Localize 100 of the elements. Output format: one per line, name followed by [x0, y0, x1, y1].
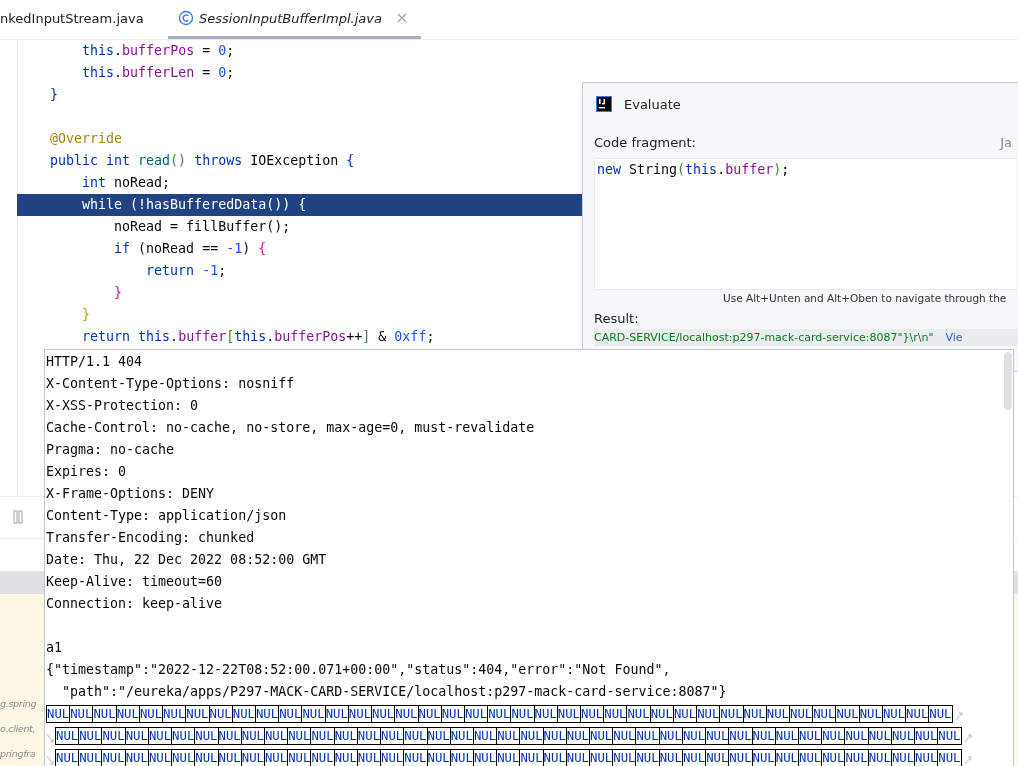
nul-character: NUL	[742, 705, 767, 723]
result-value: CARD-SERVICE/localhost:p297-mack-card-service:8087"}\r\n"	[594, 330, 934, 346]
nul-character: NUL	[681, 727, 707, 745]
nul-character: NUL	[937, 727, 962, 745]
nul-character: NUL	[556, 705, 582, 723]
class-icon	[178, 10, 194, 26]
nul-character: NUL	[171, 727, 196, 745]
nul-character: NUL	[449, 727, 474, 745]
nul-character: NUL	[858, 705, 883, 723]
stack-frame[interactable]: o.client,	[0, 716, 36, 741]
app-logo-icon	[596, 96, 612, 112]
code-fragment-field[interactable]: new String(this.buffer);	[594, 158, 1018, 290]
response-line: X-Frame-Options: DENY	[46, 485, 216, 503]
view-link[interactable]: Vie	[945, 329, 963, 346]
nul-character: NUL	[789, 705, 814, 723]
code-line: int noRead;	[81, 174, 171, 192]
nul-character: NUL	[580, 705, 605, 723]
nul-character: NUL	[394, 705, 419, 723]
nul-character: NUL	[890, 727, 916, 745]
language-label[interactable]: Ja	[1000, 134, 1012, 150]
nul-character: NUL	[905, 705, 930, 723]
nul-character: NUL	[347, 705, 373, 723]
nul-character: NUL	[487, 705, 512, 723]
nul-character: NUL	[403, 727, 428, 745]
response-line: "path":"/eureka/apps/P297-MACK-CARD-SERVICE/localhost:p297-mack-card-service:8087"}	[61, 683, 728, 701]
soft-wrap-icon	[963, 733, 973, 743]
nul-character: NUL	[626, 705, 651, 723]
nul-character: NUL	[380, 727, 405, 745]
field-label: Result:	[593, 310, 640, 327]
nul-character: NUL	[914, 727, 939, 745]
pause-icon	[13, 510, 23, 525]
nul-character: NUL	[101, 727, 126, 745]
code-line: noRead = fillBuffer();	[113, 218, 291, 236]
code-line: this.bufferLen = 0;	[81, 64, 235, 82]
nul-character: NUL	[55, 749, 80, 766]
response-line: X-XSS-Protection: 0	[46, 397, 200, 415]
nul-character: NUL	[751, 727, 776, 745]
nul-character: NUL	[356, 727, 382, 745]
stack-frame[interactable]: g.spring	[0, 691, 37, 716]
nul-character: NUL	[124, 727, 149, 745]
nul-character: NUL	[844, 727, 869, 745]
nul-character: NUL	[542, 727, 567, 745]
stack-frame[interactable]: pringfra	[0, 741, 36, 766]
code-line: }	[49, 86, 59, 104]
nul-character: NUL	[928, 705, 953, 723]
response-line: X-Content-Type-Options: nosniff	[46, 375, 296, 393]
nul-character: NUL	[798, 727, 823, 745]
nul-character: NUL	[728, 727, 753, 745]
dialog-title: Evaluate	[624, 96, 681, 112]
editor-tab[interactable]: nkedInputStream.java	[0, 0, 168, 39]
nul-character: NUL	[194, 727, 219, 745]
field-label: Code fragment:	[594, 134, 696, 150]
nul-character: NUL	[208, 705, 233, 723]
nul-character: NUL	[78, 727, 103, 745]
nul-character: NUL	[867, 727, 892, 745]
nul-character: NUL	[217, 727, 242, 745]
code-line: }	[81, 306, 91, 324]
soft-wrap-icon	[954, 711, 964, 721]
close-icon	[396, 13, 407, 23]
code-line: return this.buffer[this.bufferPos++] & 0xff;	[81, 328, 435, 346]
nul-character: NUL	[69, 705, 94, 723]
nul-character: NUL	[301, 705, 326, 723]
nul-character: NUL	[333, 727, 358, 745]
response-line: Cache-Control: no-cache, no-store, max-age=0, must-revalidate	[46, 419, 536, 437]
nul-character: NUL	[426, 727, 451, 745]
code-line: this.bufferPos = 0;	[81, 42, 235, 60]
nul-character: NUL	[835, 705, 860, 723]
response-line: a1	[46, 639, 63, 657]
nul-character: NUL	[603, 705, 628, 723]
nul-character: NUL	[589, 727, 614, 745]
nul-character: NUL	[705, 727, 730, 745]
nul-character: NUL	[185, 705, 210, 723]
nul-character: NUL	[278, 705, 303, 723]
nul-character: NUL	[496, 727, 521, 745]
nul-character: NUL	[46, 705, 71, 723]
nul-character: NUL	[519, 727, 544, 745]
nul-character: NUL	[463, 705, 489, 723]
nul-character: NUL	[92, 705, 117, 723]
nul-character: NUL	[324, 705, 349, 723]
nul-character: NUL	[696, 705, 721, 723]
response-line: {"timestamp":"2022-12-22T08:52:00.071+00:00","status":404,"error":"Not Found",	[46, 661, 672, 679]
code-line: return -1;	[145, 262, 227, 280]
nul-character: NUL	[115, 705, 140, 723]
nul-character: NUL	[812, 705, 837, 723]
response-line: Transfer-Encoding: chunked	[46, 529, 256, 547]
nul-character: NUL	[287, 727, 312, 745]
nul-character: NUL	[635, 727, 660, 745]
nul-character: NUL	[510, 705, 535, 723]
nul-character: NUL	[254, 705, 280, 723]
scrollbar-thumb[interactable]	[1004, 352, 1012, 410]
nul-character: NUL	[55, 727, 80, 745]
nul-character: NUL	[138, 705, 164, 723]
nul-character: NUL	[658, 727, 683, 745]
response-line: Date: Thu, 22 Dec 2022 08:52:00 GMT	[46, 551, 328, 569]
nul-character: NUL	[417, 705, 442, 723]
nul-character: NUL	[765, 705, 790, 723]
editor-tab[interactable]: SessionInputBufferImpl.java	[168, 0, 421, 39]
nul-character: NUL	[774, 727, 799, 745]
nul-character: NUL	[672, 705, 698, 723]
response-line: Content-Type: application/json	[46, 507, 288, 525]
